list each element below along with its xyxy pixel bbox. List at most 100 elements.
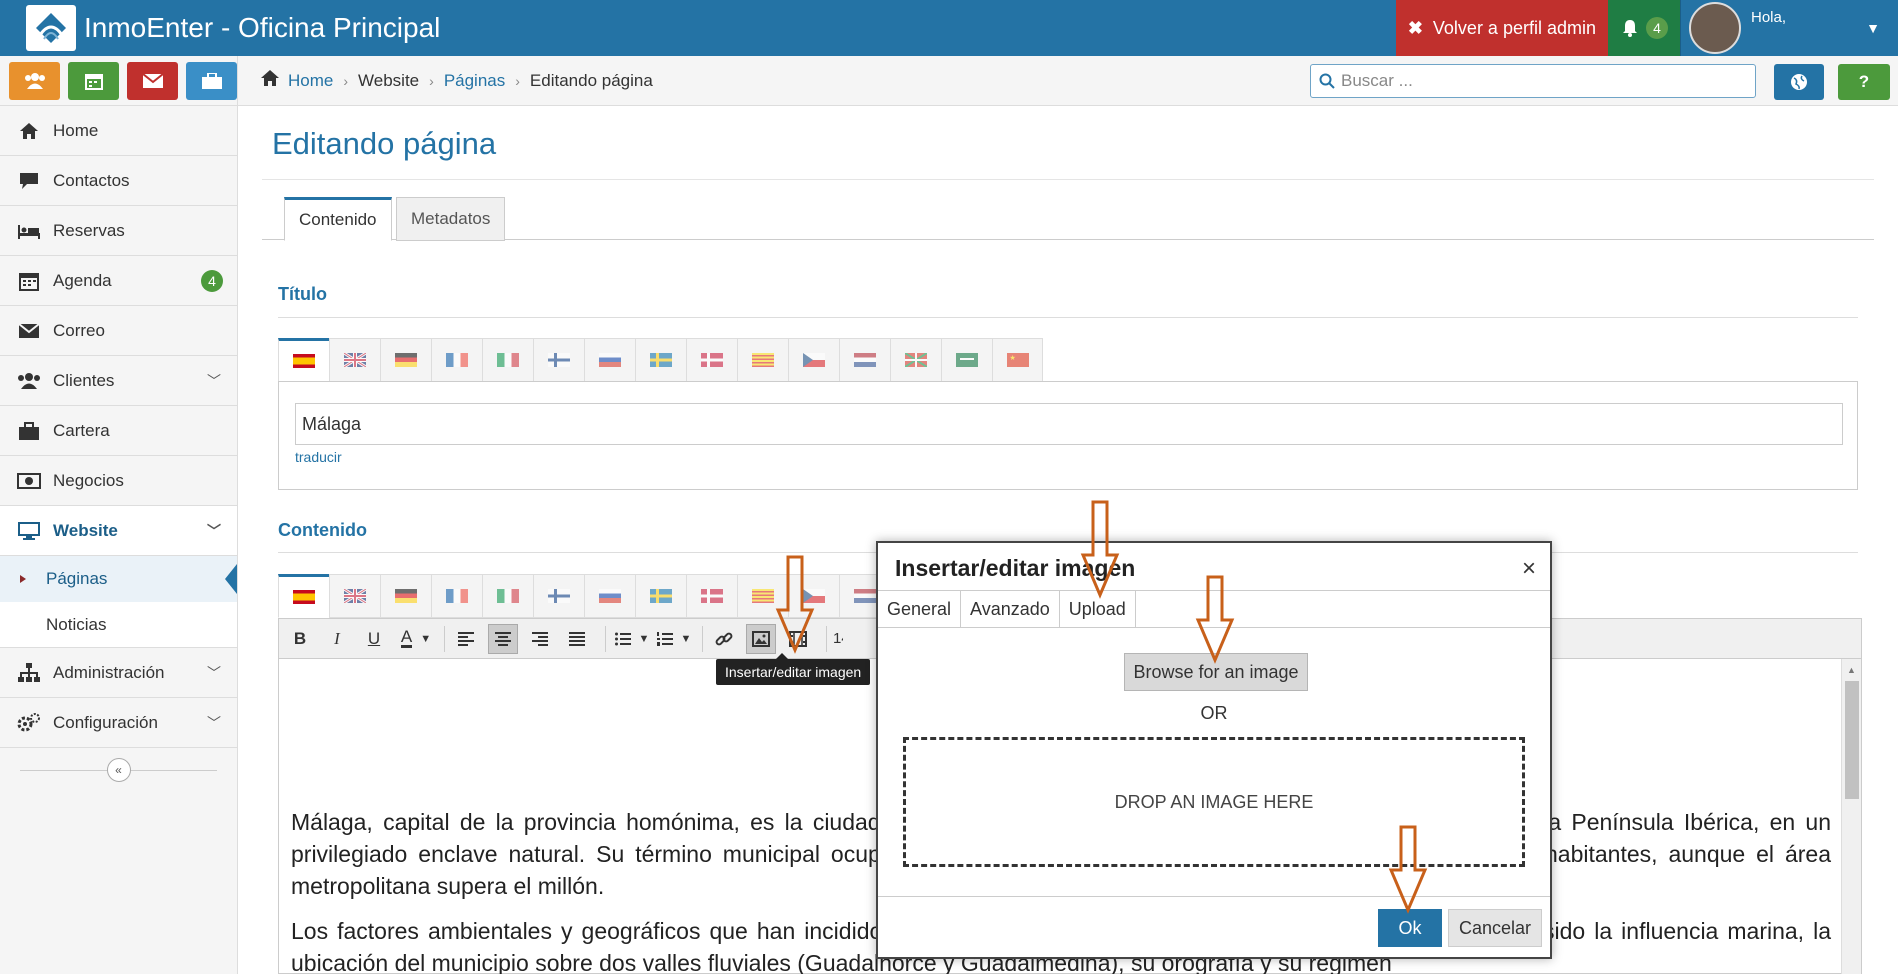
help-button[interactable]: ? — [1838, 64, 1890, 100]
translate-link[interactable]: traducir — [295, 449, 342, 465]
editor-scrollbar[interactable]: ▲ — [1841, 659, 1861, 974]
language-tab-fi[interactable] — [533, 338, 584, 382]
collapse-sidebar-button[interactable]: « — [106, 758, 131, 782]
language-tab-cz[interactable] — [788, 338, 839, 382]
language-tab-es[interactable] — [278, 338, 329, 382]
italic-icon: I — [334, 628, 340, 648]
language-tab-sa[interactable] — [941, 338, 992, 382]
sidebar-item-website[interactable]: Website ﹀ — [0, 506, 237, 556]
language-tab-gb[interactable] — [329, 338, 380, 382]
caret-down-icon: ▼ — [680, 632, 692, 645]
language-tab-dk[interactable] — [686, 338, 737, 382]
tab-contenido[interactable]: Contenido — [284, 197, 392, 241]
calendar-icon — [84, 73, 103, 90]
language-tab-de[interactable] — [380, 574, 431, 618]
back-to-admin-button[interactable]: ✖ Volver a perfil admin — [1395, 0, 1608, 56]
flag-gb-icon — [344, 353, 366, 367]
language-tab-eu[interactable] — [890, 338, 941, 382]
align-left-button[interactable] — [451, 624, 481, 654]
flag-fr-icon — [446, 353, 468, 367]
italic-button[interactable]: I — [322, 624, 352, 654]
text-color-button[interactable]: A ▼ — [396, 624, 436, 654]
bullet-list-button[interactable]: ▼ — [612, 624, 652, 654]
language-tab-it[interactable] — [482, 574, 533, 618]
double-chevron-left-icon: « — [115, 763, 122, 777]
money-icon — [16, 472, 42, 489]
quick-portfolio-button[interactable] — [186, 61, 237, 100]
sidebar-item-reservas[interactable]: Reservas — [0, 206, 237, 256]
sidebar-subitem-noticias[interactable]: Noticias — [0, 602, 237, 648]
sidebar-subitem-paginas[interactable]: Páginas — [0, 556, 237, 602]
language-tab-ru[interactable] — [584, 338, 635, 382]
briefcase-icon — [201, 72, 222, 89]
underline-button[interactable]: U — [359, 624, 389, 654]
sidebar-item-negocios[interactable]: Negocios — [0, 456, 237, 506]
quick-calendar-button[interactable] — [68, 61, 119, 100]
sidebar-item-configuracion[interactable]: Configuración ﹀ — [0, 698, 237, 748]
flag-es-icon — [293, 590, 315, 604]
align-center-icon — [495, 631, 511, 646]
logo-icon — [36, 13, 66, 43]
sidebar-item-contactos[interactable]: Contactos — [0, 156, 237, 206]
monitor-icon — [16, 521, 42, 540]
align-left-icon — [458, 631, 474, 646]
language-tab-fr[interactable] — [431, 574, 482, 618]
toolbar-separator — [605, 625, 606, 652]
sidebar-item-label: Clientes — [53, 370, 115, 390]
tab-metadatos[interactable]: Metadatos — [396, 197, 506, 241]
flag-fi-icon — [548, 589, 570, 603]
sidebar-item-home[interactable]: Home — [0, 106, 237, 156]
sidebar-item-agenda[interactable]: Agenda 4 — [0, 256, 237, 306]
language-tab-de[interactable] — [380, 338, 431, 382]
sidebar-item-administracion[interactable]: Administración ﹀ — [0, 648, 237, 698]
image-dropzone[interactable]: DROP AN IMAGE HERE — [903, 737, 1525, 867]
link-button[interactable] — [709, 624, 739, 654]
envelope-icon — [16, 323, 42, 338]
insert-image-tooltip: Insertar/editar imagen — [716, 653, 871, 685]
insert-image-button[interactable] — [746, 623, 776, 654]
align-center-button[interactable] — [488, 623, 518, 654]
sidebar-item-clientes[interactable]: Clientes ﹀ — [0, 356, 237, 406]
website-preview-button[interactable] — [1774, 64, 1824, 100]
language-tab-fr[interactable] — [431, 338, 482, 382]
notifications-button[interactable]: 4 — [1608, 0, 1680, 56]
user-menu[interactable]: Hola, ▼ — [1680, 0, 1898, 56]
gears-icon — [16, 712, 42, 733]
language-tab-se[interactable] — [635, 338, 686, 382]
tab-avanzado[interactable]: Avanzado — [961, 591, 1060, 628]
cancel-button[interactable]: Cancelar — [1448, 909, 1542, 947]
sidebar-item-cartera[interactable]: Cartera — [0, 406, 237, 456]
language-tab-it[interactable] — [482, 338, 533, 382]
quick-contacts-button[interactable] — [9, 61, 60, 100]
close-icon[interactable]: × — [1522, 555, 1536, 583]
numbered-list-button[interactable]: ▼ — [654, 624, 694, 654]
breadcrumb-home[interactable]: Home — [288, 71, 333, 91]
language-tab-fi[interactable] — [533, 574, 584, 618]
quick-mail-button[interactable] — [127, 61, 178, 100]
title-input[interactable] — [295, 403, 1843, 445]
language-tab-nl[interactable] — [839, 338, 890, 382]
app-logo[interactable] — [26, 5, 76, 51]
align-right-button[interactable] — [525, 624, 555, 654]
font-size-select[interactable]: 14 — [833, 624, 843, 654]
bold-button[interactable]: B — [285, 624, 315, 654]
tab-general[interactable]: General — [878, 591, 962, 628]
language-tab-cn[interactable]: ★ — [992, 338, 1043, 382]
sidebar-item-label: Reservas — [53, 220, 125, 240]
language-tab-ru[interactable] — [584, 574, 635, 618]
sidebar: Home Contactos Reservas Agenda 4 Correo … — [0, 56, 238, 974]
search-input[interactable] — [1341, 71, 1721, 91]
flag-cz-icon — [803, 353, 825, 367]
align-justify-button[interactable] — [562, 624, 592, 654]
sidebar-item-correo[interactable]: Correo — [0, 306, 237, 356]
language-tab-gb[interactable] — [329, 574, 380, 618]
scrollbar-thumb[interactable] — [1845, 681, 1859, 799]
breadcrumb-paginas[interactable]: Páginas — [444, 71, 505, 91]
breadcrumb-current: Editando página — [529, 70, 653, 90]
language-tab-ca[interactable] — [737, 338, 788, 382]
divider — [262, 179, 1874, 180]
language-tab-se[interactable] — [635, 574, 686, 618]
language-tab-dk[interactable] — [686, 574, 737, 618]
chevron-right-icon: › — [515, 72, 520, 89]
language-tab-es[interactable] — [278, 574, 329, 618]
